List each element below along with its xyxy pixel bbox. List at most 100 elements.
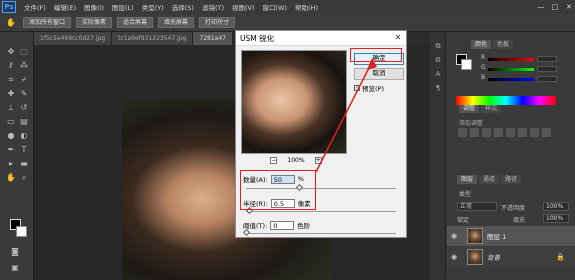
doc-tab-3[interactable]: 7281a47	[193, 32, 233, 45]
maximize-button[interactable]: □	[549, 2, 561, 12]
print-size-button[interactable]: 打印尺寸	[199, 17, 236, 28]
close-icon[interactable]: ✕	[392, 33, 404, 43]
exposure-icon[interactable]	[494, 128, 503, 137]
layer-name: 背景	[487, 254, 500, 262]
green-slider[interactable]	[488, 66, 572, 72]
type-tool-icon[interactable]: T	[18, 144, 30, 155]
history-panel-icon[interactable]: ⧉	[432, 42, 444, 52]
tab-styles[interactable]: 样式	[481, 104, 502, 113]
opacity-input[interactable]: 100%	[543, 202, 569, 211]
menu-type[interactable]: 类型(Y)	[138, 2, 168, 12]
marquee-tool-icon[interactable]: ⬚	[18, 46, 30, 57]
lock-label: 锁定	[457, 217, 470, 224]
menu-image[interactable]: 图像(I)	[80, 2, 108, 12]
screen-mode-icon[interactable]: ▣	[9, 262, 21, 273]
vibrance-icon[interactable]	[506, 128, 515, 137]
red-slider[interactable]	[488, 56, 572, 62]
tab-swatches[interactable]: 色板	[493, 40, 514, 49]
hand-tool-icon[interactable]: ✋	[5, 172, 17, 183]
healing-tool-icon[interactable]: ✚	[5, 88, 17, 99]
menu-layer[interactable]: 图层(L)	[108, 2, 138, 12]
color-balance-icon[interactable]	[530, 128, 539, 137]
eraser-tool-icon[interactable]: ▭	[5, 116, 17, 127]
stamp-tool-icon[interactable]: ⊥	[5, 102, 17, 113]
opacity-label: 不透明度	[501, 205, 526, 212]
panel-background-swatch[interactable]	[461, 59, 472, 70]
hue-saturation-icon[interactable]	[518, 128, 527, 137]
threshold-unit: 色阶	[297, 222, 311, 230]
color-spectrum-bar[interactable]	[456, 96, 556, 105]
menu-window[interactable]: 窗口(W)	[259, 2, 292, 12]
tab-paths[interactable]: 路径	[501, 175, 522, 184]
menu-select[interactable]: 选择(S)	[168, 2, 198, 12]
fill-screen-button[interactable]: 填充屏幕	[158, 17, 195, 28]
adjustments-hint: 添加调整	[459, 120, 484, 127]
filter-preview-image[interactable]	[241, 50, 347, 154]
dialog-title: USM 锐化	[236, 31, 406, 46]
tab-channels[interactable]: 通道	[479, 175, 500, 184]
green-channel-label: G	[481, 64, 486, 71]
hand-tool-icon: ✋	[6, 18, 16, 27]
properties-panel-icon[interactable]: ⚙	[432, 56, 444, 66]
menu-filter[interactable]: 滤镜(T)	[198, 2, 228, 12]
paragraph-panel-icon[interactable]: ¶	[432, 84, 444, 94]
layer-kind-filter[interactable]: 类型	[459, 189, 471, 198]
blue-channel-label: B	[481, 74, 486, 81]
background-color-swatch[interactable]	[16, 226, 27, 237]
doc-tab-1[interactable]: 1f5c5e469cc0d27.jpg	[34, 32, 113, 45]
crop-tool-icon[interactable]: ⌗	[5, 74, 17, 85]
tab-adjustments[interactable]: 调整	[459, 104, 480, 113]
threshold-slider-thumb[interactable]	[242, 228, 251, 237]
lasso-tool-icon[interactable]: ℓ	[5, 60, 17, 71]
visibility-eye-icon[interactable]: ◉	[451, 232, 457, 240]
blur-tool-icon[interactable]: ●	[5, 130, 17, 141]
cancel-button[interactable]: 取消	[354, 68, 404, 80]
fit-screen-button[interactable]: 适合屏幕	[117, 17, 154, 28]
preview-checkbox[interactable]: ✓ 预览(P)	[354, 83, 384, 93]
levels-icon[interactable]	[470, 128, 479, 137]
quick-mask-icon[interactable]: ◙	[9, 246, 21, 257]
pen-tool-icon[interactable]: ✒	[5, 144, 17, 155]
layer-name: 图层 1	[487, 233, 507, 241]
doc-tab-2[interactable]: tc1a9ef931223547.jpg	[112, 32, 194, 45]
brush-tool-icon[interactable]: ✎	[18, 88, 30, 99]
magic-wand-tool-icon[interactable]: ⁂	[18, 60, 30, 71]
layer-row[interactable]: ◉ 图层 1	[447, 226, 575, 246]
menu-help[interactable]: 帮助(H)	[291, 2, 322, 12]
minimize-button[interactable]: —	[535, 2, 547, 12]
threshold-slider-track[interactable]	[246, 233, 396, 234]
gradient-tool-icon[interactable]: ▤	[18, 116, 30, 127]
shape-tool-icon[interactable]: ▬	[18, 158, 30, 169]
fill-input[interactable]: 100%	[543, 214, 569, 223]
blend-mode-select[interactable]: 正常	[457, 202, 497, 211]
threshold-row: 阈值(T): 0 色阶	[243, 220, 310, 230]
layer-row[interactable]: ◉ 背景 🔒	[447, 247, 575, 267]
annotation-box-params	[240, 170, 316, 210]
tab-color[interactable]: 颜色	[471, 40, 492, 49]
visibility-eye-icon[interactable]: ◉	[451, 253, 457, 261]
zoom-in-button[interactable]: +	[314, 157, 322, 164]
close-window-button[interactable]: ✕	[563, 2, 575, 12]
history-brush-tool-icon[interactable]: ↺	[18, 102, 30, 113]
blue-slider[interactable]	[488, 76, 572, 82]
tab-layers[interactable]: 图层	[457, 175, 478, 184]
brightness-icon[interactable]	[458, 128, 467, 137]
path-select-tool-icon[interactable]: ▸	[5, 158, 17, 169]
menu-edit[interactable]: 编辑(E)	[50, 2, 80, 12]
eyedropper-tool-icon[interactable]: ⌿	[18, 74, 30, 85]
scroll-all-windows-button[interactable]: 添加所有窗口	[23, 17, 72, 28]
menu-view[interactable]: 视图(V)	[228, 2, 259, 12]
checkbox-check-icon[interactable]: ✓	[354, 85, 360, 91]
move-tool-icon[interactable]: ✥	[5, 46, 17, 57]
zoom-out-button[interactable]: −	[270, 157, 278, 164]
character-panel-icon[interactable]: A	[432, 70, 444, 80]
curves-icon[interactable]	[482, 128, 491, 137]
radius-slider-track[interactable]	[246, 211, 396, 212]
menu-file[interactable]: 文件(F)	[20, 2, 50, 12]
actual-pixels-button[interactable]: 实际像素	[76, 17, 113, 28]
dodge-tool-icon[interactable]: ◐	[18, 130, 30, 141]
fill-label: 填充	[513, 217, 526, 224]
threshold-input[interactable]: 0	[270, 220, 295, 230]
zoom-tool-icon[interactable]: ⌕	[18, 172, 30, 183]
black-white-icon[interactable]	[542, 128, 551, 137]
